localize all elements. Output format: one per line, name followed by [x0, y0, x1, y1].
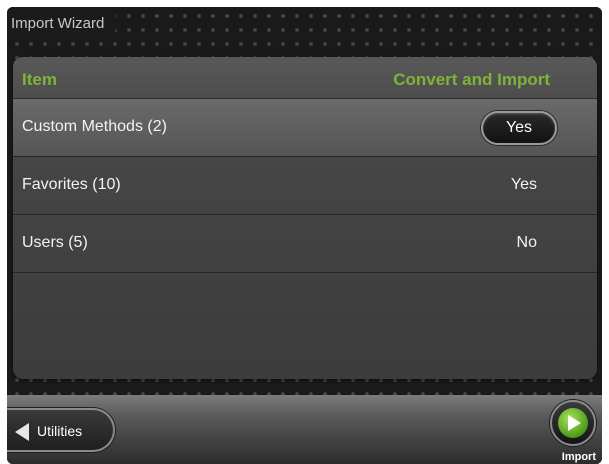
row-value: No: [516, 234, 537, 251]
utilities-button-label: Utilities: [37, 423, 83, 439]
play-circle-icon: [558, 408, 588, 438]
table-header: Item Convert and Import: [13, 57, 597, 99]
convert-toggle-button[interactable]: Yes: [481, 111, 557, 145]
row-label: Favorites (10): [22, 176, 121, 193]
play-triangle: [568, 415, 581, 431]
row-label: Custom Methods (2): [22, 118, 167, 135]
arrow-left-icon: [15, 423, 29, 441]
column-header-item: Item: [22, 70, 57, 89]
row-label: Users (5): [22, 234, 88, 251]
window-title: Import Wizard: [7, 7, 117, 37]
table-row-favorites[interactable]: Favorites (10) Yes: [13, 157, 597, 215]
table-row-users[interactable]: Users (5) No: [13, 215, 597, 273]
row-value: Yes: [510, 176, 537, 193]
import-button[interactable]: [550, 400, 596, 446]
column-header-convert-import: Convert and Import: [393, 70, 550, 89]
import-table: Item Convert and Import Custom Methods (…: [13, 57, 597, 379]
utilities-button[interactable]: Utilities: [7, 408, 115, 452]
import-button-label: Import: [561, 451, 596, 463]
table-row-custom-methods[interactable]: Custom Methods (2) Yes: [13, 99, 597, 157]
footer-bar: Utilities Import: [7, 395, 602, 464]
import-wizard-screen: Import Wizard Item Convert and Import Cu…: [7, 7, 602, 464]
